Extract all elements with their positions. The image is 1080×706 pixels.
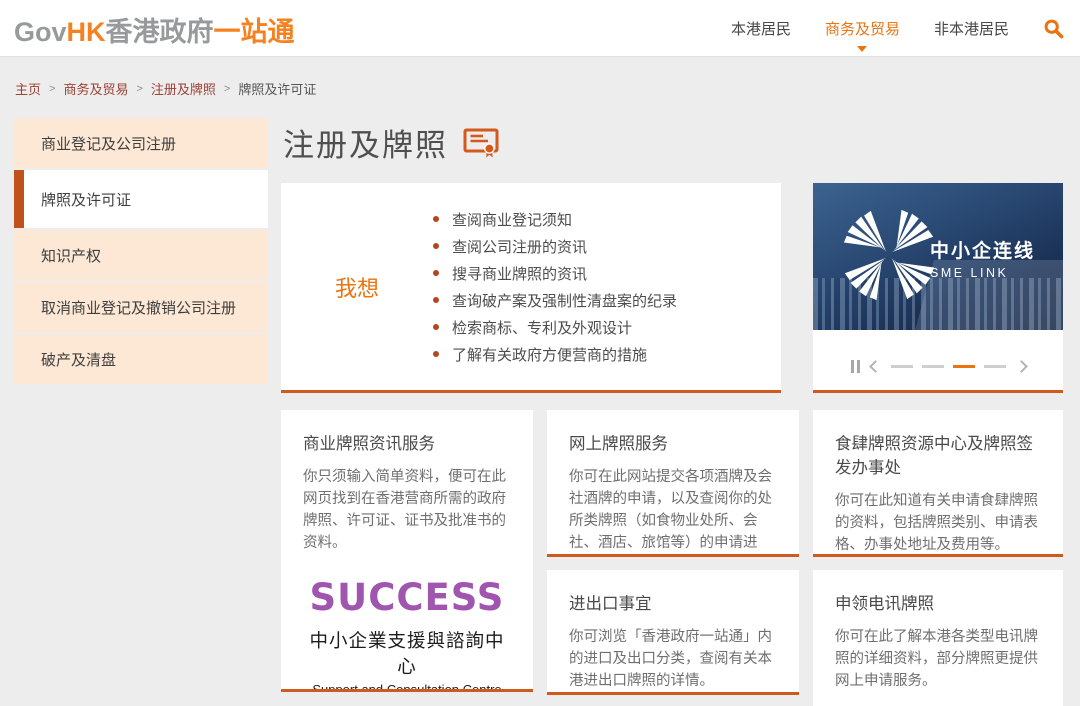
bullet-icon <box>433 324 439 330</box>
certificate-icon <box>463 127 500 158</box>
carousel-indicator-4[interactable] <box>984 365 1006 368</box>
sidebar-nav: 商业登记及公司注册 牌照及许可证 知识产权 取消商业登记及撤销公司注册 破产及清… <box>14 118 268 386</box>
i-want-label: 我想 <box>281 271 433 303</box>
i-want-link-label: 查阅公司注册的资讯 <box>452 236 587 257</box>
success-en-name: Support and Consultation Centre for SMEs <box>303 682 511 692</box>
pause-icon[interactable] <box>851 360 860 373</box>
breadcrumb-separator: > <box>224 83 230 95</box>
card-title-link[interactable]: 网上牌照服务 <box>569 430 777 454</box>
govhk-registration-licences-page: GovHK香港政府一站通 本港居民 商务及贸易 非本港居民 主页 > <box>0 0 1080 706</box>
breadcrumb-separator: > <box>136 83 142 95</box>
sidebar-item-label: 破产及清盘 <box>41 349 116 370</box>
i-want-link-label: 搜寻商业牌照的资讯 <box>452 263 587 284</box>
i-want-link[interactable]: 查询破产案及强制性清盘案的纪录 <box>433 287 677 314</box>
card-body: 你只须输入简单资料，便可在此网页找到在香港营商所需的政府牌照、许可证、证书及批准… <box>303 466 511 554</box>
carousel-indicator-3[interactable] <box>953 365 975 368</box>
search-button[interactable] <box>1043 18 1064 39</box>
card-body: 你可在此知道有关申请食肆牌照的资料，包括牌照类别、申请表格、办事处地址及费用等。 <box>835 490 1041 556</box>
bullet-icon <box>433 243 439 249</box>
logo-text-zh-orange: 一站通 <box>214 17 295 47</box>
sidebar-item-business-registration[interactable]: 商业登记及公司注册 <box>14 118 268 168</box>
page-title-row: 注册及牌照 <box>283 120 500 165</box>
bullet-icon <box>433 297 439 303</box>
sidebar-item-label: 商业登记及公司注册 <box>41 133 176 154</box>
card-title-link[interactable]: 食肆牌照资源中心及牌照签发办事处 <box>835 430 1041 478</box>
i-want-link[interactable]: 检索商标、专利及外观设计 <box>433 314 677 341</box>
carousel-indicator-2[interactable] <box>922 365 944 368</box>
card-restaurant-licence-centre: 食肆牌照资源中心及牌照签发办事处 你可在此知道有关申请食肆牌照的资料，包括牌照类… <box>813 410 1063 557</box>
bullet-icon <box>433 270 439 276</box>
i-want-card: 我想 查阅商业登记须知 查阅公司注册的资讯 搜寻商业牌照的资讯 查询破产案及强制… <box>281 183 781 393</box>
card-body: 你可在此了解本港各类型电讯牌照的详细资料，部分牌照更提供网上申请服务。 <box>835 626 1041 692</box>
success-zh-name: 中小企業支援與諮詢中心 <box>303 627 511 679</box>
breadcrumb-link-home[interactable]: 主页 <box>15 79 41 98</box>
success-wordmark: SUCCESS <box>303 576 511 619</box>
chevron-right-icon[interactable] <box>1015 360 1028 373</box>
dropdown-triangle-icon <box>857 46 867 52</box>
sidebar-item-licences-permits[interactable]: 牌照及许可证 <box>14 170 268 228</box>
breadcrumb-link-registration[interactable]: 注册及牌照 <box>151 79 216 98</box>
top-nav: 本港居民 商务及贸易 非本港居民 <box>731 0 1064 57</box>
sme-link-en: SME LINK <box>930 266 1035 280</box>
carousel-indicator-1[interactable] <box>891 365 913 368</box>
bullet-icon <box>433 351 439 357</box>
i-want-link[interactable]: 查阅公司注册的资讯 <box>433 233 677 260</box>
logo-text-hk: HK <box>67 17 106 47</box>
i-want-link-label: 了解有关政府方便营商的措施 <box>452 344 647 365</box>
starburst-icon <box>841 200 937 310</box>
card-title-link[interactable]: 商业牌照资讯服务 <box>303 430 511 454</box>
sme-link-zh: 中小企连线 <box>930 236 1035 263</box>
chevron-left-icon[interactable] <box>869 360 882 373</box>
logo-text-zh-gray: 香港政府 <box>106 17 214 47</box>
card-import-export: 进出口事宜 你可浏览「香港政府一站通」内的进口及出口分类，查阅有关本港进出口牌照… <box>547 570 799 695</box>
sidebar-item-label: 取消商业登记及撤销公司注册 <box>41 297 236 318</box>
card-body: 你可浏览「香港政府一站通」内的进口及出口分类，查阅有关本港进出口牌照的详情。 <box>569 626 777 692</box>
sidebar-item-intellectual-property[interactable]: 知识产权 <box>14 230 268 280</box>
sidebar-item-cancellation-deregistration[interactable]: 取消商业登记及撤销公司注册 <box>14 282 268 332</box>
nav-item-label: 商务及贸易 <box>825 21 900 38</box>
nav-item-business-trade[interactable]: 商务及贸易 <box>825 18 900 39</box>
card-telecom-licence: 申领电讯牌照 你可在此了解本港各类型电讯牌照的详细资料，部分牌照更提供网上申请服… <box>813 570 1063 706</box>
nav-item-label: 本港居民 <box>731 21 791 38</box>
nav-item-non-residents[interactable]: 非本港居民 <box>934 18 1009 39</box>
card-title-link[interactable]: 进出口事宜 <box>569 590 777 614</box>
nav-item-residents[interactable]: 本港居民 <box>731 18 791 39</box>
search-icon <box>1043 18 1064 39</box>
govhk-logo[interactable]: GovHK香港政府一站通 <box>14 10 295 49</box>
i-want-link-label: 查询破产案及强制性清盘案的纪录 <box>452 290 677 311</box>
breadcrumb-link-business[interactable]: 商务及贸易 <box>63 79 128 98</box>
card-online-licence-services: 网上牌照服务 你可在此网站提交各项酒牌及会社酒牌的申请，以及查阅你的处所类牌照（… <box>547 410 799 557</box>
breadcrumb-current: 牌照及许可证 <box>238 79 316 98</box>
promo-carousel-card: 中小企连线 SME LINK <box>813 183 1063 393</box>
i-want-link[interactable]: 了解有关政府方便营商的措施 <box>433 341 677 368</box>
sidebar-item-label: 牌照及许可证 <box>41 189 131 210</box>
logo-text-gov: Gov <box>14 17 67 47</box>
i-want-link[interactable]: 查阅商业登记须知 <box>433 206 677 233</box>
card-title-link[interactable]: 申领电讯牌照 <box>835 590 1041 614</box>
breadcrumb-separator: > <box>49 83 55 95</box>
card-body: 你可在此网站提交各项酒牌及会社酒牌的申请，以及查阅你的处所类牌照（如食物业处所、… <box>569 466 777 557</box>
sme-link-banner[interactable]: 中小企连线 SME LINK <box>813 183 1063 330</box>
sme-link-wordmark: 中小企连线 SME LINK <box>930 236 1035 280</box>
i-want-link[interactable]: 搜寻商业牌照的资讯 <box>433 260 677 287</box>
sidebar-item-bankruptcy-winding-up[interactable]: 破产及清盘 <box>14 334 268 384</box>
nav-item-label: 非本港居民 <box>934 21 1009 38</box>
card-business-licence-info: 商业牌照资讯服务 你只须输入简单资料，便可在此网页找到在香港营商所需的政府牌照、… <box>281 410 533 692</box>
success-centre-logo[interactable]: SUCCESS 中小企業支援與諮詢中心 Support and Consulta… <box>303 576 511 692</box>
site-header: GovHK香港政府一站通 本港居民 商务及贸易 非本港居民 <box>0 0 1080 57</box>
page-title: 注册及牌照 <box>283 120 448 165</box>
breadcrumb: 主页 > 商务及贸易 > 注册及牌照 > 牌照及许可证 <box>15 79 316 98</box>
i-want-link-label: 检索商标、专利及外观设计 <box>452 317 632 338</box>
sidebar-item-label: 知识产权 <box>41 245 101 266</box>
i-want-link-label: 查阅商业登记须知 <box>452 209 572 230</box>
bullet-icon <box>433 216 439 222</box>
carousel-controls <box>813 360 1063 373</box>
i-want-list: 查阅商业登记须知 查阅公司注册的资讯 搜寻商业牌照的资讯 查询破产案及强制性清盘… <box>433 206 677 368</box>
